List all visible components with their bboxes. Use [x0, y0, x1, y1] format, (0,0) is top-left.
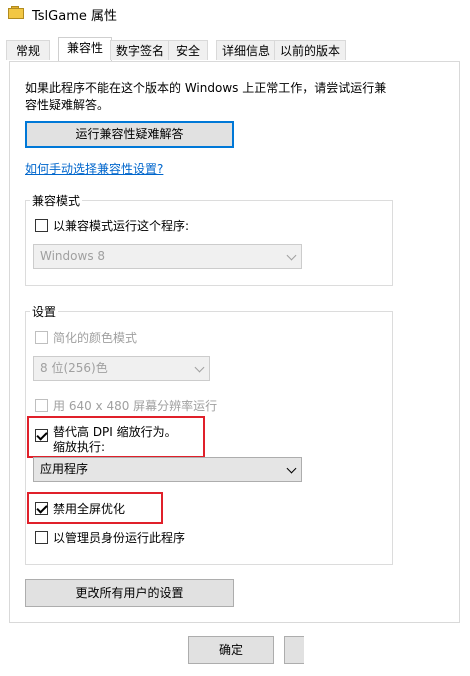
color-mode-value: 8 位(256)色 — [40, 361, 108, 375]
change-all-users-button[interactable]: 更改所有用户的设置 — [25, 579, 234, 607]
dpi-override-checkbox[interactable] — [35, 429, 48, 442]
tab-details[interactable]: 详细信息 — [216, 40, 276, 60]
run-troubleshooter-button[interactable]: 运行兼容性疑难解答 — [25, 121, 234, 148]
disable-fullscreen-checkbox[interactable] — [35, 502, 48, 515]
folder-icon — [8, 6, 24, 20]
res-640-label: 用 640 x 480 屏幕分辨率运行 — [53, 399, 218, 413]
reduced-color-checkbox — [35, 331, 48, 344]
reduced-color-label: 简化的颜色模式 — [53, 331, 138, 345]
disable-fullscreen-label: 禁用全屏优化 — [53, 502, 126, 516]
manual-settings-link[interactable]: 如何手动选择兼容性设置? — [25, 160, 163, 177]
compat-mode-checkbox-label: 以兼容模式运行这个程序: — [53, 219, 190, 233]
chevron-down-icon — [286, 250, 297, 261]
chevron-down-icon — [194, 362, 205, 373]
compat-mode-checkbox[interactable] — [35, 219, 48, 232]
intro-line-1: 如果此程序不能在这个版本的 Windows 上正常工作，请尝试运行兼 — [25, 81, 387, 95]
dpi-scaling-select[interactable]: 应用程序 — [33, 457, 302, 482]
compat-mode-label: 兼容模式 — [30, 192, 83, 209]
title-bar: TslGame 属性 — [0, 0, 470, 28]
run-as-admin-label: 以管理员身份运行此程序 — [53, 531, 186, 545]
window-title: TslGame 属性 — [32, 9, 118, 24]
os-version-value: Windows 8 — [40, 249, 106, 263]
dpi-scaling-value: 应用程序 — [40, 462, 89, 476]
tab-strip: 常规 兼容性 数字签名 安全 详细信息 以前的版本 — [6, 37, 470, 61]
settings-label: 设置 — [30, 303, 59, 320]
chevron-down-icon — [286, 463, 297, 474]
dpi-override-label-line2: 缩放执行: — [53, 440, 106, 454]
color-mode-select: 8 位(256)色 — [33, 356, 210, 381]
tab-compatibility[interactable]: 兼容性 — [58, 37, 112, 61]
ok-button[interactable]: 确定 — [188, 636, 274, 664]
intro-line-2: 容性疑难解答。 — [25, 98, 110, 112]
res-640-checkbox — [35, 399, 48, 412]
compat-mode-group — [25, 200, 393, 286]
tab-digital-signatures[interactable]: 数字签名 — [110, 40, 170, 60]
cancel-button-partial[interactable] — [284, 636, 304, 664]
tab-general[interactable]: 常规 — [6, 40, 50, 60]
tab-previous-versions[interactable]: 以前的版本 — [274, 40, 346, 60]
tab-security[interactable]: 安全 — [168, 40, 208, 60]
run-as-admin-checkbox[interactable] — [35, 531, 48, 544]
os-version-select: Windows 8 — [33, 244, 302, 269]
